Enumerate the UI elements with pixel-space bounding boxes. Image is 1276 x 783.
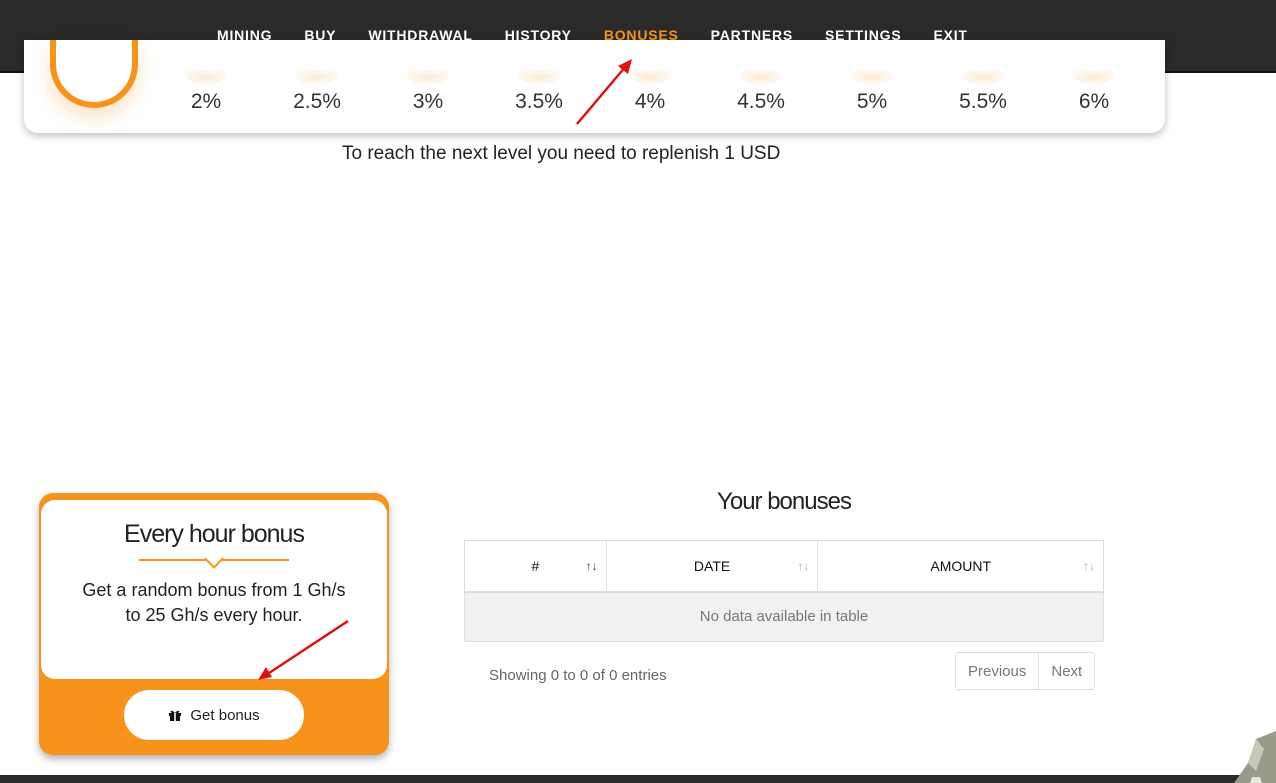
sort-icon: ↑↓ xyxy=(797,559,810,573)
next-page-button[interactable]: Next xyxy=(1038,653,1094,689)
sort-icon: ↑↓ xyxy=(585,559,598,573)
level-percent: 6% xyxy=(1078,90,1110,113)
column-header-label: DATE xyxy=(693,557,731,574)
table-header-row: # ↑↓ DATE ↑↓ AMOUNT ↑↓ xyxy=(464,540,1104,593)
level-percent: 5.5% xyxy=(959,90,1007,113)
level-percent: 2% xyxy=(190,90,222,113)
table-pagination: Previous Next xyxy=(955,652,1096,690)
column-header-number[interactable]: # ↑↓ xyxy=(464,540,607,593)
gift-icon xyxy=(169,710,182,721)
corner-widget-icon[interactable] xyxy=(1226,723,1276,783)
column-header-label: # xyxy=(531,557,540,574)
levels-card xyxy=(24,40,1165,133)
footer-bar xyxy=(0,775,1276,783)
hourly-bonus-title: Every hour bonus xyxy=(124,520,305,548)
get-bonus-button[interactable]: Get bonus xyxy=(124,690,304,740)
bonuses-table: # ↑↓ DATE ↑↓ AMOUNT ↑↓ No data available… xyxy=(464,540,1104,642)
level-percent: 2.5% xyxy=(293,90,341,113)
next-level-text: To reach the next level you need to repl… xyxy=(342,143,781,164)
level-percent: 5% xyxy=(856,90,888,113)
table-info: Showing 0 to 0 of 0 entries xyxy=(489,667,667,684)
hourly-bonus-description: Get a random bonus from 1 Gh/s to 25 Gh/… xyxy=(82,580,346,625)
table-empty-message: No data available in table xyxy=(464,591,1104,642)
previous-page-button[interactable]: Previous xyxy=(956,653,1038,689)
column-header-amount[interactable]: AMOUNT ↑↓ xyxy=(817,540,1104,593)
level-percent: 3% xyxy=(412,90,444,113)
level-percent: 4.5% xyxy=(737,90,785,113)
column-header-label: AMOUNT xyxy=(930,557,992,574)
column-header-date[interactable]: DATE ↑↓ xyxy=(606,540,819,593)
hourly-bonus-card: Every hour bonus Get a random bonus from… xyxy=(39,493,389,755)
table-row: No data available in table xyxy=(464,591,1104,642)
your-bonuses-title: Your bonuses xyxy=(717,488,852,515)
level-percent: 3.5% xyxy=(515,90,563,113)
title-underline-notch xyxy=(204,549,224,569)
level-percent: 4% xyxy=(634,90,666,113)
get-bonus-label: Get bonus xyxy=(190,706,260,724)
hourly-bonus-panel: Every hour bonus Get a random bonus from… xyxy=(41,500,387,679)
sort-icon: ↑↓ xyxy=(1083,559,1095,573)
